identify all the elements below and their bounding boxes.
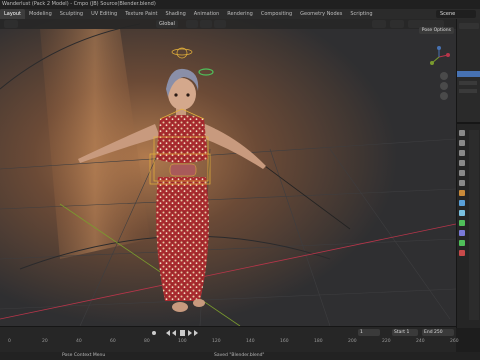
- tab-layout[interactable]: Layout: [0, 9, 25, 19]
- orientation-label: Global: [159, 21, 175, 27]
- render-icon[interactable]: [459, 140, 465, 146]
- tab-animation[interactable]: Animation: [190, 9, 224, 19]
- material-icon[interactable]: [459, 250, 465, 256]
- tab-texture-paint[interactable]: Texture Paint: [121, 9, 161, 19]
- ruler-tick-label: 240: [416, 339, 425, 344]
- zoom-icon[interactable]: [440, 72, 448, 80]
- pose-options-label: Pose Options: [421, 28, 451, 33]
- timeline-panel[interactable]: 1 Start 1 End 250 0 20 40 60 80 100 120 140 160 1…: [0, 326, 459, 353]
- ruler-tick-label: 80: [144, 339, 150, 344]
- proportional-icon[interactable]: [214, 20, 226, 28]
- tab-sculpting[interactable]: Sculpting: [56, 9, 87, 19]
- ruler-tick-label: 260: [450, 339, 459, 344]
- camera-icon[interactable]: [440, 92, 448, 100]
- viewport-scene: [0, 19, 456, 326]
- object-icon[interactable]: [459, 190, 465, 196]
- tab-uv-editing[interactable]: UV Editing: [87, 9, 121, 19]
- editor-type-icon[interactable]: [4, 20, 18, 28]
- constraints-icon[interactable]: [459, 230, 465, 236]
- ruler-tick-label: 0: [8, 339, 11, 344]
- ruler-tick-label: 20: [42, 339, 48, 344]
- 3d-viewport[interactable]: [0, 19, 456, 326]
- window-title-bar: Wanderlust (Pack 2 Model) - Cmpo (JB) So…: [0, 0, 480, 9]
- view-layer-icon[interactable]: [459, 160, 465, 166]
- tab-scripting[interactable]: Scripting: [346, 9, 376, 19]
- pivot-icon[interactable]: [186, 20, 198, 28]
- outliner-selected-row[interactable]: [457, 71, 480, 77]
- ruler-tick-label: 100: [178, 339, 187, 344]
- scene-label: Scene: [440, 11, 456, 17]
- world-icon[interactable]: [459, 180, 465, 186]
- frame-ruler[interactable]: 0 20 40 60 80 100 120 140 160 180 200 220 240 260: [0, 327, 459, 353]
- physics-icon[interactable]: [459, 220, 465, 226]
- xray-icon[interactable]: [390, 20, 404, 28]
- navigation-gizmo[interactable]: [428, 46, 450, 68]
- viewport-header: Global: [0, 19, 456, 29]
- scene-icon[interactable]: [459, 170, 465, 176]
- saved-message: Saved "Blender.blend": [214, 353, 265, 358]
- tab-compositing[interactable]: Compositing: [257, 9, 296, 19]
- tool-icon[interactable]: [459, 130, 465, 136]
- window-title: Wanderlust (Pack 2 Model) - Cmpo (JB) So…: [2, 1, 156, 7]
- tab-geometry-nodes[interactable]: Geometry Nodes: [296, 9, 346, 19]
- pan-icon[interactable]: [440, 82, 448, 90]
- modifier-icon[interactable]: [459, 200, 465, 206]
- ruler-tick-label: 120: [212, 339, 221, 344]
- properties-content: [469, 130, 479, 320]
- overlay-icon[interactable]: [372, 20, 386, 28]
- ruler-tick-label: 140: [246, 339, 255, 344]
- outliner-row[interactable]: [459, 81, 477, 85]
- scene-selector[interactable]: Scene: [436, 10, 476, 18]
- transform-orientation[interactable]: Global: [156, 20, 178, 28]
- properties-panel[interactable]: [456, 122, 480, 328]
- ruler-tick-label: 60: [110, 339, 116, 344]
- output-icon[interactable]: [459, 150, 465, 156]
- ruler-tick-label: 220: [382, 339, 391, 344]
- ruler-tick-label: 40: [76, 339, 82, 344]
- outliner-search[interactable]: [459, 23, 479, 29]
- outliner-panel[interactable]: [456, 19, 480, 122]
- workspace-tabs: Layout Modeling Sculpting UV Editing Texture…: [0, 9, 480, 19]
- data-icon[interactable]: [459, 240, 465, 246]
- ruler-tick-label: 160: [280, 339, 289, 344]
- outliner-row[interactable]: [459, 89, 477, 93]
- snap-icon[interactable]: [200, 20, 212, 28]
- tab-modeling[interactable]: Modeling: [25, 9, 56, 19]
- particles-icon[interactable]: [459, 210, 465, 216]
- pose-options-button[interactable]: Pose Options: [418, 27, 454, 34]
- status-bar: Pose Context Menu Saved "Blender.blend": [0, 352, 480, 360]
- pose-context-menu-text: Pose Context Menu: [62, 353, 106, 358]
- tab-shading[interactable]: Shading: [161, 9, 189, 19]
- ruler-tick-label: 200: [348, 339, 357, 344]
- ruler-tick-label: 180: [314, 339, 323, 344]
- tab-rendering[interactable]: Rendering: [223, 9, 257, 19]
